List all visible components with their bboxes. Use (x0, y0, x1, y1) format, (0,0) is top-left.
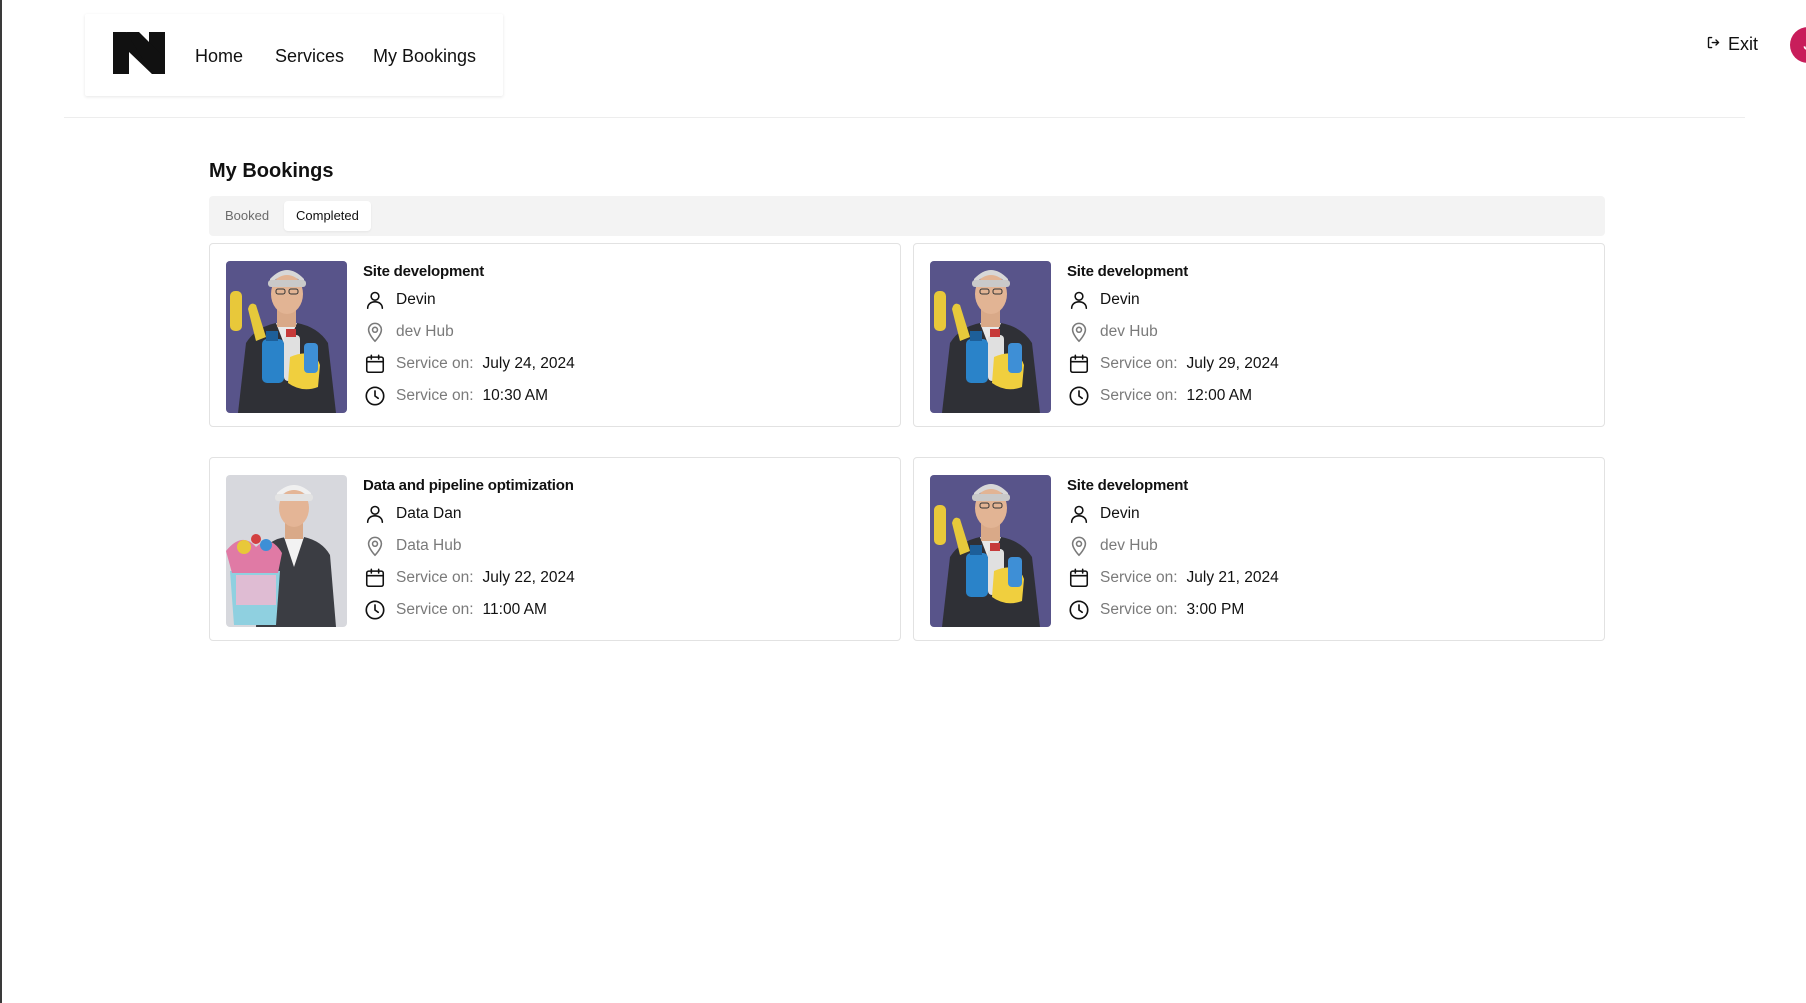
main-nav: Home Services My Bookings (85, 14, 503, 96)
service-image (930, 261, 1051, 413)
date-label: Service on: (1100, 355, 1178, 372)
time-label: Service on: (396, 387, 474, 404)
provider-row: Devin (1067, 284, 1279, 316)
provider-name: Devin (396, 291, 436, 308)
nav-link-my-bookings[interactable]: My Bookings (373, 46, 476, 67)
user-icon (1067, 502, 1091, 526)
provider-row: Devin (363, 284, 575, 316)
service-image (930, 475, 1051, 627)
clock-icon (1067, 598, 1091, 622)
user-icon (363, 288, 387, 312)
booking-card[interactable]: Data and pipeline optimization Data Dan Da… (209, 457, 901, 641)
location-pin-icon (363, 320, 387, 344)
tab-booked[interactable]: Booked (213, 201, 281, 231)
service-image (226, 261, 347, 413)
service-title: Site development (363, 263, 484, 280)
location-pin-icon (1067, 320, 1091, 344)
location-pin-icon (363, 534, 387, 558)
service-time: 10:30 AM (482, 387, 549, 404)
service-time: 3:00 PM (1186, 601, 1245, 618)
logout-icon (1706, 34, 1721, 55)
booking-details: Site development Devin dev Hub Service on: J… (363, 260, 575, 412)
page-title: My Bookings (209, 160, 334, 182)
calendar-icon (363, 352, 387, 376)
service-date: July 24, 2024 (482, 355, 575, 372)
user-icon (1067, 288, 1091, 312)
booking-details: Data and pipeline optimization Data Dan Da… (363, 474, 575, 626)
nav-link-services[interactable]: Services (275, 46, 344, 67)
time-row: Service on: 12:00 AM (1067, 380, 1279, 412)
clock-icon (1067, 384, 1091, 408)
provider-row: Data Dan (363, 498, 575, 530)
location-name: dev Hub (1100, 537, 1158, 554)
booking-card[interactable]: Site development Devin dev Hub Service on: J… (913, 457, 1605, 641)
date-row: Service on: July 21, 2024 (1067, 562, 1279, 594)
location-row: dev Hub (1067, 530, 1279, 562)
service-time: 11:00 AM (482, 601, 547, 618)
service-image (226, 475, 347, 627)
location-name: Data Hub (396, 537, 462, 554)
user-avatar[interactable]: J (1790, 27, 1806, 63)
location-row: dev Hub (363, 316, 575, 348)
booking-card[interactable]: Site development Devin dev Hub Service on: J… (913, 243, 1605, 427)
time-row: Service on: 3:00 PM (1067, 594, 1279, 626)
date-label: Service on: (396, 569, 474, 586)
service-date: July 21, 2024 (1186, 569, 1279, 586)
provider-name: Devin (1100, 505, 1140, 522)
service-date: July 29, 2024 (1186, 355, 1279, 372)
provider-name: Data Dan (396, 505, 462, 522)
location-row: Data Hub (363, 530, 575, 562)
nav-link-home[interactable]: Home (195, 46, 243, 67)
date-row: Service on: July 22, 2024 (363, 562, 575, 594)
brand-logo-icon[interactable] (113, 32, 165, 74)
calendar-icon (1067, 352, 1091, 376)
exit-button[interactable]: Exit (1706, 34, 1758, 55)
exit-label: Exit (1728, 34, 1759, 54)
clock-icon (363, 598, 387, 622)
booking-details: Site development Devin dev Hub Service on: J… (1067, 260, 1279, 412)
booking-card[interactable]: Site development Devin dev Hub Service on: J… (209, 243, 901, 427)
time-row: Service on: 11:00 AM (363, 594, 575, 626)
date-row: Service on: July 24, 2024 (363, 348, 575, 380)
tab-completed[interactable]: Completed (284, 201, 371, 231)
provider-name: Devin (1100, 291, 1140, 308)
time-label: Service on: (1100, 387, 1178, 404)
location-name: dev Hub (396, 323, 454, 340)
booking-details: Site development Devin dev Hub Service on: J… (1067, 474, 1279, 626)
date-label: Service on: (396, 355, 474, 372)
service-date: July 22, 2024 (482, 569, 575, 586)
window-left-edge (0, 0, 2, 1003)
provider-row: Devin (1067, 498, 1279, 530)
date-row: Service on: July 29, 2024 (1067, 348, 1279, 380)
location-row: dev Hub (1067, 316, 1279, 348)
service-title: Site development (1067, 263, 1188, 280)
location-pin-icon (1067, 534, 1091, 558)
location-name: dev Hub (1100, 323, 1158, 340)
service-time: 12:00 AM (1186, 387, 1253, 404)
clock-icon (363, 384, 387, 408)
time-row: Service on: 10:30 AM (363, 380, 575, 412)
date-label: Service on: (1100, 569, 1178, 586)
service-title: Site development (1067, 477, 1188, 494)
time-label: Service on: (396, 601, 474, 618)
calendar-icon (363, 566, 387, 590)
service-title: Data and pipeline optimization (363, 477, 574, 494)
booking-tabs: Booked Completed (209, 196, 1605, 236)
calendar-icon (1067, 566, 1091, 590)
user-icon (363, 502, 387, 526)
top-header: Home Services My Bookings Exit J (64, 0, 1806, 118)
time-label: Service on: (1100, 601, 1178, 618)
